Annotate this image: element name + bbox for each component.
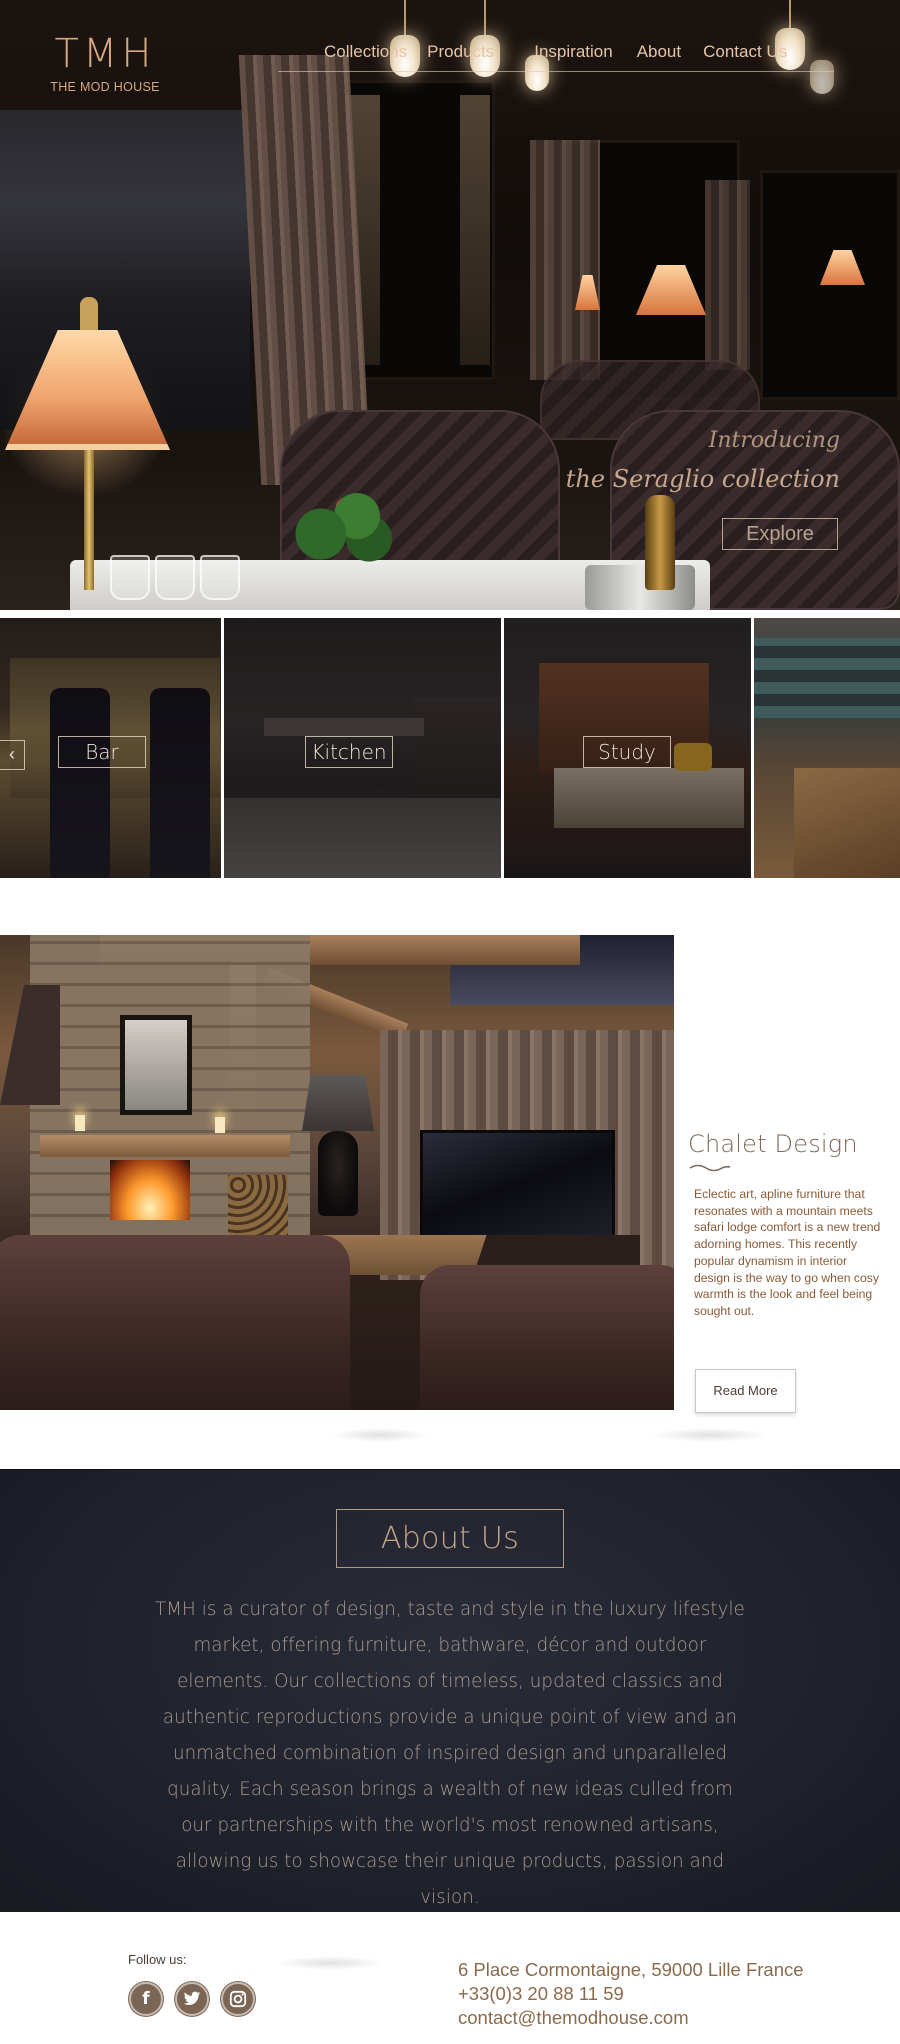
hero-etched-glass <box>460 95 490 365</box>
contact-email[interactable]: contact@themodhouse.com <box>458 2006 804 2030</box>
hero-glass <box>155 555 195 600</box>
room-label-bar[interactable]: Bar <box>58 736 146 768</box>
chalet-title: Chalet Design <box>688 1130 858 1158</box>
decorative-shadow <box>330 1428 430 1442</box>
hero-curtain <box>705 180 750 370</box>
chalet-feature: Chalet Design Eclectic art, apline furni… <box>688 1130 888 1320</box>
hero-lamp-finial <box>80 297 98 332</box>
nav-collections[interactable]: Collections <box>324 38 407 71</box>
decorative-shadow <box>650 1428 770 1442</box>
facebook-icon[interactable]: f <box>129 1982 163 2016</box>
hero-curtain <box>530 140 600 380</box>
chalet-candle <box>215 1117 225 1133</box>
about-title: About Us <box>336 1509 564 1568</box>
room-tile-study[interactable]: Study <box>504 618 751 878</box>
chalet-lamp-base <box>318 1131 358 1216</box>
hero-intro: Introducing the Seraglio collection <box>566 428 840 493</box>
room-tile-kitchen[interactable]: Kitchen <box>224 618 501 878</box>
room-label-study[interactable]: Study <box>583 736 671 768</box>
chalet-image <box>0 935 674 1410</box>
twitter-icon[interactable] <box>175 1982 209 2016</box>
nav-contact-us[interactable]: Contact Us <box>703 38 787 71</box>
chalet-description: Eclectic art, apline furniture that reso… <box>694 1187 881 1318</box>
dining-table <box>794 768 900 878</box>
chalet-fireplace <box>110 1160 190 1220</box>
site-footer: Follow us: f 6 Place Cormontaigne, 59000… <box>0 1912 900 2044</box>
hero-intro-line2: the Seraglio collection <box>565 465 840 493</box>
room-tile-next[interactable] <box>754 618 900 878</box>
hero-champagne-bottle <box>645 495 675 590</box>
nav-about[interactable]: About <box>637 38 681 71</box>
follow-us-label: Follow us: <box>128 1952 187 1967</box>
hero-lamp-cord <box>789 0 791 30</box>
contact-address: 6 Place Cormontaigne, 59000 Lille France <box>458 1959 804 1980</box>
chalet-tv <box>420 1130 615 1240</box>
contact-info: 6 Place Cormontaigne, 59000 Lille France… <box>458 1958 804 2030</box>
chalet-sofa <box>0 1235 350 1410</box>
about-section: About Us TMH is a curator of design, tas… <box>0 1469 900 1912</box>
nav-products[interactable]: Products <box>427 38 494 71</box>
chalet-armchair <box>420 1265 674 1410</box>
decorative-shadow <box>275 1956 385 1970</box>
hero-banner: TMH THE MOD HOUSE Collections Products I… <box>0 0 900 610</box>
hero-lamp-cord <box>404 0 406 36</box>
read-more-button[interactable]: Read More <box>695 1369 796 1413</box>
hero-flowers <box>285 480 405 570</box>
chalet-lampshade <box>302 1075 374 1131</box>
facebook-glyph: f <box>142 1989 150 2009</box>
hero-glass <box>200 555 240 600</box>
about-body: TMH is a curator of design, taste and st… <box>155 1599 745 1908</box>
hero-panel <box>760 170 900 400</box>
hero-glass <box>110 555 150 600</box>
shelving <box>754 638 900 718</box>
room-label-kitchen[interactable]: Kitchen <box>305 736 393 768</box>
hero-ice-bucket <box>585 565 695 610</box>
site-logo[interactable]: TMH THE MOD HOUSE <box>40 32 170 94</box>
hero-intro-line1: Introducing <box>708 428 840 453</box>
explore-button[interactable]: Explore <box>722 518 838 550</box>
chalet-floor-lamp <box>0 985 60 1105</box>
logo-name: THE MOD HOUSE <box>50 80 160 94</box>
squiggle-divider-icon <box>689 1164 731 1172</box>
twitter-bird-icon <box>183 1991 201 2006</box>
chalet-mantel <box>40 1135 290 1157</box>
instagram-icon[interactable] <box>221 1982 255 2016</box>
chalet-framed-art <box>120 1015 192 1115</box>
chalet-candle <box>75 1115 85 1131</box>
hero-lamp-stem <box>84 450 94 590</box>
logo-mark: TMH <box>54 31 156 77</box>
main-nav: Collections Products Inspiration About C… <box>278 38 834 72</box>
carousel-prev-button[interactable]: ‹ <box>0 740 25 770</box>
instagram-camera-icon <box>229 1990 247 2008</box>
nav-inspiration[interactable]: Inspiration <box>534 38 612 71</box>
room-carousel: Bar Kitchen Study ‹ <box>0 618 900 878</box>
contact-phone[interactable]: +33(0)3 20 88 11 59 <box>458 1982 804 2006</box>
room-tile-bar[interactable]: Bar <box>0 618 221 878</box>
hero-lamp-cord <box>484 0 486 36</box>
